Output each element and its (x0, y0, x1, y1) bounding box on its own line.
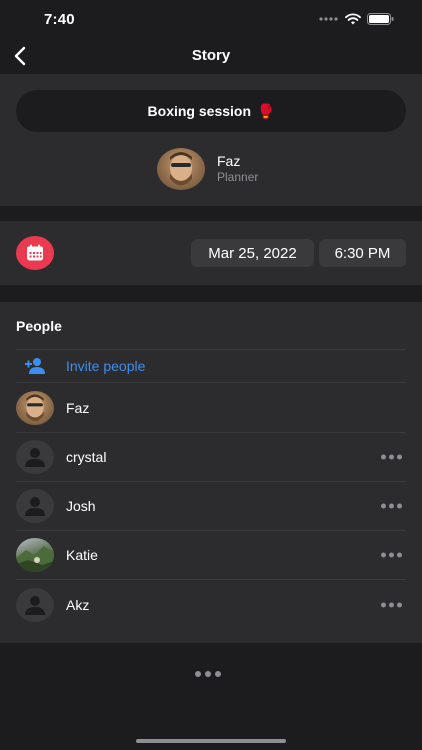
more-options-button[interactable] (195, 671, 221, 677)
landscape-photo-icon (16, 546, 54, 572)
person-row-faz[interactable]: Faz (16, 384, 406, 433)
person-silhouette-icon (25, 448, 45, 467)
battery-icon (367, 13, 394, 25)
person-name: Akz (66, 596, 90, 613)
person-row-josh[interactable]: Josh (16, 482, 406, 531)
person-silhouette-icon (25, 497, 45, 516)
status-bar: 7:40 (0, 0, 422, 38)
person-name: Josh (66, 498, 96, 514)
avatar (16, 587, 54, 622)
event-card: Boxing session 🥊 Faz Planner (0, 74, 422, 206)
avatar (16, 391, 54, 425)
person-name: crystal (66, 449, 107, 465)
boxing-glove-icon: 🥊 (257, 102, 275, 119)
schedule-card: Mar 25, 2022 6:30 PM (0, 221, 422, 285)
person-row-crystal[interactable]: crystal (16, 433, 406, 482)
time-picker[interactable]: 6:30 PM (319, 239, 406, 267)
planner[interactable]: Faz Planner (157, 148, 258, 190)
add-person-icon (25, 358, 45, 374)
people-card: People Invite people Faz crystal Josh Ka… (0, 302, 422, 643)
wifi-icon (345, 13, 361, 25)
calendar-icon (27, 244, 43, 261)
event-name-pill[interactable]: Boxing session 🥊 (16, 90, 406, 132)
person-silhouette-icon (25, 595, 45, 615)
more-horizontal-icon[interactable] (381, 503, 402, 509)
avatar-photo-icon (170, 152, 192, 186)
invite-people-button[interactable]: Invite people (16, 349, 406, 383)
person-row-katie[interactable]: Katie (16, 531, 406, 580)
status-icons (319, 13, 394, 25)
planner-name: Faz (217, 153, 241, 169)
person-name: Katie (66, 547, 98, 563)
date-picker[interactable]: Mar 25, 2022 (191, 239, 314, 267)
home-indicator[interactable] (136, 739, 286, 743)
planner-avatar (157, 148, 205, 190)
invite-people-label: Invite people (66, 358, 146, 374)
calendar-button[interactable] (16, 236, 54, 270)
person-row-akz[interactable]: Akz (16, 580, 406, 629)
avatar-photo-icon (26, 394, 44, 422)
event-name: Boxing session (147, 103, 252, 119)
more-horizontal-icon[interactable] (381, 454, 402, 460)
people-section-title: People (16, 318, 62, 334)
signal-icon (319, 17, 338, 21)
page-title: Story (191, 47, 231, 64)
avatar (16, 440, 54, 474)
nav-bar: Story (0, 38, 422, 74)
more-horizontal-icon[interactable] (381, 602, 402, 607)
avatar (16, 489, 54, 523)
avatar (16, 538, 54, 572)
planner-role: Planner (217, 170, 259, 184)
status-time: 7:40 (44, 11, 75, 28)
more-horizontal-icon[interactable] (381, 552, 402, 558)
person-name: Faz (66, 400, 90, 416)
